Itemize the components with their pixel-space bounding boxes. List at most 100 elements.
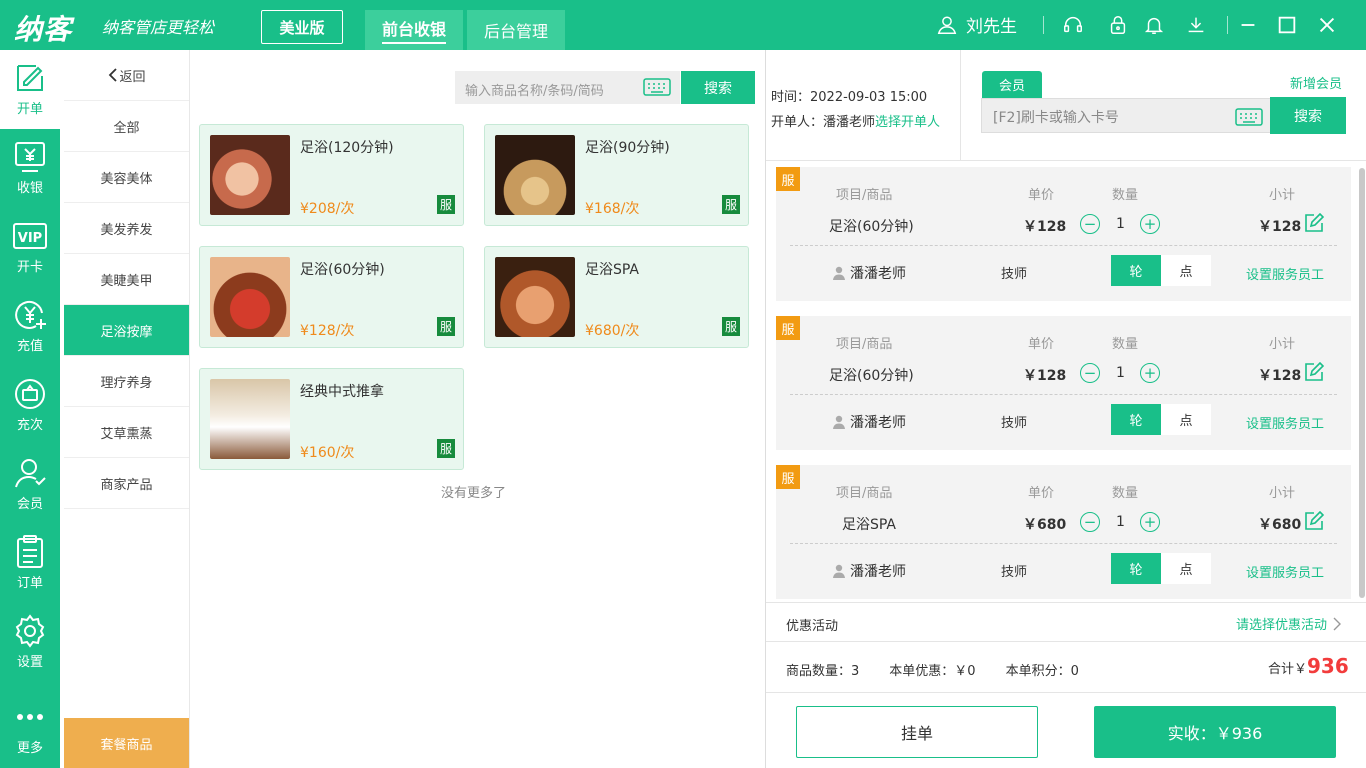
recharge-icon <box>15 301 46 329</box>
product-card[interactable]: 足浴SPA ¥680/次 服 <box>484 246 749 348</box>
qty-plus-button[interactable]: + <box>1140 363 1160 383</box>
header-price: 单价 <box>1028 337 1055 352</box>
order-time: 时间：2022-09-03 15:00 <box>771 86 927 105</box>
promo-select[interactable]: 请选择优惠活动 <box>1236 614 1342 633</box>
product-card[interactable]: 足浴(60分钟) ¥128/次 服 <box>199 246 464 348</box>
qty-plus-button[interactable]: + <box>1140 214 1160 234</box>
nav-item-shezhi[interactable]: 设置 <box>0 603 60 682</box>
order-total: 合计￥936 <box>1268 654 1349 678</box>
member-card-input[interactable]: [F2]刷卡或输入卡号 <box>981 98 1271 133</box>
edit-icon <box>17 65 43 91</box>
user-menu[interactable]: 刘先生 <box>936 12 1017 37</box>
set-staff-link[interactable]: 设置服务员工 <box>1246 264 1324 283</box>
vip-card-icon: VIP <box>13 223 47 249</box>
service-tag: 服 <box>437 317 455 336</box>
item-subtotal: ￥128 <box>1258 368 1302 384</box>
qty-minus-button[interactable]: − <box>1080 363 1100 383</box>
header-price: 单价 <box>1028 486 1055 501</box>
product-name: 足浴(90分钟) <box>585 140 670 156</box>
nav-label: 订单 <box>16 576 43 591</box>
package-products-button[interactable]: 套餐商品 <box>64 718 189 768</box>
headset-icon[interactable] <box>1062 14 1084 36</box>
nav-item-dingdan[interactable]: 订单 <box>0 524 60 603</box>
edit-icon[interactable] <box>1304 511 1324 531</box>
category-item[interactable]: 全部 <box>64 101 189 152</box>
product-card[interactable]: 足浴(90分钟) ¥168/次 服 <box>484 124 749 226</box>
product-search-button[interactable]: 搜索 <box>681 71 755 104</box>
summary: 商品数量：3 本单优惠：￥0 本单积分：0 <box>786 660 1079 679</box>
new-member-link[interactable]: 新增会员 <box>1290 73 1342 92</box>
category-item[interactable]: 艾草熏蒸 <box>64 407 189 458</box>
nav-item-huiyuan[interactable]: 会员 <box>0 445 60 524</box>
nav-item-chongci[interactable]: 充次 <box>0 366 60 445</box>
header-qty: 数量 <box>1112 337 1139 352</box>
mode-assign-button[interactable]: 点 <box>1161 553 1211 584</box>
edit-icon[interactable] <box>1304 362 1324 382</box>
edit-icon[interactable] <box>1304 213 1324 233</box>
close-icon[interactable] <box>1316 14 1338 36</box>
keyboard-icon[interactable] <box>1235 108 1263 126</box>
total-label: 合计￥ <box>1268 662 1308 677</box>
mode-assign-button[interactable]: 点 <box>1161 255 1211 286</box>
category-item[interactable]: 理疗养身 <box>64 356 189 407</box>
divider <box>766 692 1366 693</box>
minimize-icon[interactable] <box>1237 14 1259 36</box>
download-icon[interactable] <box>1185 14 1207 36</box>
qty-minus-button[interactable]: − <box>1080 214 1100 234</box>
hang-order-button[interactable]: 挂单 <box>796 706 1038 758</box>
edition-badge[interactable]: 美业版 <box>261 10 343 44</box>
member-tab[interactable]: 会员 <box>982 71 1042 98</box>
nav-item-gengduo[interactable]: 更多 <box>0 689 60 768</box>
svg-text:VIP: VIP <box>18 231 42 246</box>
nav-label: 充次 <box>16 418 43 433</box>
nav-item-kaidan[interactable]: 开单 <box>0 50 60 129</box>
category-item[interactable]: 美容美体 <box>64 152 189 203</box>
category-item[interactable]: 美睫美甲 <box>64 254 189 305</box>
member-search-button[interactable]: 搜索 <box>1270 97 1346 134</box>
mode-rotation-button[interactable]: 轮 <box>1111 255 1161 286</box>
service-tag: 服 <box>776 465 800 489</box>
bell-icon[interactable] <box>1143 14 1165 36</box>
nav-item-shouyin[interactable]: 收银 <box>0 129 60 208</box>
header-qty: 数量 <box>1112 188 1139 203</box>
product-card[interactable]: 经典中式推拿 ¥160/次 服 <box>199 368 464 470</box>
item-qty: 1 <box>1116 216 1125 232</box>
divider <box>960 50 961 160</box>
time-label: 时间： <box>771 90 811 105</box>
category-item[interactable]: 商家产品 <box>64 458 189 509</box>
set-staff-link[interactable]: 设置服务员工 <box>1246 413 1324 432</box>
keyboard-icon[interactable] <box>643 78 671 96</box>
divider <box>1227 16 1228 34</box>
item-name: 足浴(60分钟) <box>829 368 914 384</box>
service-tag: 服 <box>776 316 800 340</box>
product-image <box>210 379 290 459</box>
nav-item-kaika[interactable]: VIP 开卡 <box>0 208 60 287</box>
staff-name: 潘潘老师 <box>850 266 906 282</box>
order-item: 服 项目/商品 单价 数量 小计 足浴SPA ￥680 − 1 + ￥680 潘… <box>776 465 1351 599</box>
service-tag: 服 <box>776 167 800 191</box>
lock-icon[interactable] <box>1107 14 1129 36</box>
mode-assign-button[interactable]: 点 <box>1161 404 1211 435</box>
scrollbar[interactable] <box>1359 168 1365 598</box>
staff-name: 潘潘老师 <box>850 415 906 431</box>
mode-rotation-button[interactable]: 轮 <box>1111 404 1161 435</box>
pay-button[interactable]: 实收：￥936 <box>1094 706 1336 758</box>
mode-rotation-button[interactable]: 轮 <box>1111 553 1161 584</box>
maximize-icon[interactable] <box>1276 14 1298 36</box>
item-subtotal: ￥128 <box>1258 219 1302 235</box>
tab-backend-management[interactable]: 后台管理 <box>467 10 565 50</box>
qty-plus-button[interactable]: + <box>1140 512 1160 532</box>
qty-minus-button[interactable]: − <box>1080 512 1100 532</box>
select-operator-link[interactable]: 选择开单人 <box>875 115 940 130</box>
product-card[interactable]: 足浴(120分钟) ¥208/次 服 <box>199 124 464 226</box>
product-price: ¥680/次 <box>585 323 640 339</box>
set-staff-link[interactable]: 设置服务员工 <box>1246 562 1324 581</box>
nav-item-chongzhi[interactable]: 充值 <box>0 287 60 366</box>
category-item[interactable]: 美发养发 <box>64 203 189 254</box>
order-item: 服 项目/商品 单价 数量 小计 足浴(60分钟) ￥128 − 1 + ￥12… <box>776 167 1351 301</box>
promo-select-label: 请选择优惠活动 <box>1236 618 1328 633</box>
tab-front-cashier[interactable]: 前台收银 <box>365 10 463 50</box>
category-item-active[interactable]: 足浴按摩 <box>64 305 189 356</box>
back-button[interactable]: 返回 <box>64 50 189 101</box>
item-subtotal: ￥680 <box>1258 517 1302 533</box>
